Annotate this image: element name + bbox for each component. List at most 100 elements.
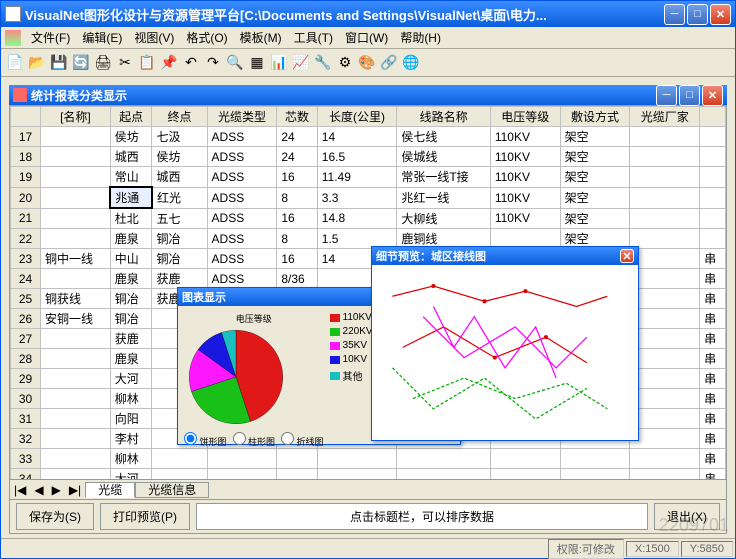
menu-item[interactable]: 格式(O) — [180, 29, 233, 46]
menu-item[interactable]: 工具(T) — [288, 29, 339, 46]
col-header[interactable]: 光缆类型 — [207, 107, 277, 127]
cell[interactable]: 大河 — [110, 369, 152, 389]
row-number[interactable]: 20 — [11, 187, 41, 208]
cell[interactable]: 串 — [700, 249, 726, 269]
preview-dialog[interactable]: 细节预览：城区接线图 ✕ — [371, 246, 639, 441]
cell[interactable] — [700, 229, 726, 249]
cell[interactable] — [41, 329, 111, 349]
table-row[interactable]: 19常山城西ADSS1611.49常张一线T接110KV架空 — [11, 167, 726, 188]
cell[interactable]: 110KV — [490, 208, 560, 229]
cell[interactable] — [41, 208, 111, 229]
cell[interactable]: 24 — [277, 147, 317, 167]
cell[interactable] — [41, 409, 111, 429]
cell[interactable] — [630, 187, 700, 208]
report-titlebar[interactable]: 统计报表分类显示 ─ □ ✕ — [9, 85, 727, 105]
row-number[interactable]: 22 — [11, 229, 41, 249]
cell[interactable]: 大河 — [110, 469, 152, 480]
cell[interactable]: 串 — [700, 309, 726, 329]
row-number[interactable]: 33 — [11, 449, 41, 469]
cell[interactable] — [630, 409, 700, 429]
table-row[interactable]: 21杜北五七ADSS1614.8大柳线110KV架空 — [11, 208, 726, 229]
cell[interactable]: 16 — [277, 249, 317, 269]
preview-close-icon[interactable]: ✕ — [620, 249, 634, 263]
cell[interactable] — [560, 469, 630, 480]
row-number[interactable]: 32 — [11, 429, 41, 449]
cell[interactable]: 串 — [700, 349, 726, 369]
table-icon[interactable]: 📊 — [269, 53, 289, 73]
cell[interactable]: ADSS — [207, 269, 277, 289]
tab-nav-btn[interactable]: ◀ — [30, 483, 47, 497]
cell[interactable]: 串 — [700, 449, 726, 469]
col-header[interactable]: 终点 — [152, 107, 207, 127]
row-number[interactable]: 19 — [11, 167, 41, 188]
cell[interactable]: 16 — [277, 208, 317, 229]
print-icon[interactable]: 🖨 — [93, 53, 113, 73]
menu-item[interactable]: 窗口(W) — [339, 29, 394, 46]
minimize-button[interactable]: ─ — [664, 4, 685, 25]
cell[interactable]: 架空 — [560, 208, 630, 229]
cell[interactable] — [560, 449, 630, 469]
net-icon[interactable]: 🌐 — [401, 53, 421, 73]
cell[interactable]: 串 — [700, 469, 726, 480]
cell[interactable]: 柳林 — [110, 389, 152, 409]
col-header[interactable]: 敷设方式 — [560, 107, 630, 127]
report-max-button[interactable]: □ — [679, 85, 700, 106]
row-number[interactable]: 26 — [11, 309, 41, 329]
cell[interactable] — [277, 449, 317, 469]
cell[interactable] — [700, 208, 726, 229]
new-icon[interactable]: 📄 — [5, 53, 25, 73]
cell[interactable] — [630, 249, 700, 269]
row-number[interactable]: 28 — [11, 349, 41, 369]
tool1-icon[interactable]: 🔧 — [313, 53, 333, 73]
redo-icon[interactable]: ↷ — [203, 53, 223, 73]
cell[interactable] — [630, 469, 700, 480]
cell[interactable]: 杜北 — [110, 208, 152, 229]
copy-icon[interactable]: 📋 — [137, 53, 157, 73]
tab-nav-btn[interactable]: ▶ — [48, 483, 65, 497]
table-row[interactable]: 18城西侯坊ADSS2416.5侯城线110KV架空 — [11, 147, 726, 167]
tab[interactable]: 光缆信息 — [135, 482, 209, 498]
cell[interactable] — [41, 187, 111, 208]
cell[interactable] — [207, 469, 277, 480]
cell[interactable] — [317, 449, 397, 469]
cell[interactable]: ADSS — [207, 127, 277, 147]
open-icon[interactable]: 📂 — [27, 53, 47, 73]
cell[interactable] — [630, 289, 700, 309]
cell[interactable] — [41, 229, 111, 249]
chart-type-radio[interactable]: 折线图 — [281, 432, 324, 448]
cell[interactable]: 中山 — [110, 249, 152, 269]
cell[interactable] — [630, 147, 700, 167]
col-header[interactable]: 起点 — [110, 107, 152, 127]
main-titlebar[interactable]: VisualNet图形化设计与资源管理平台[C:\Documents and S… — [1, 1, 735, 27]
cell[interactable]: 铜冶 — [152, 249, 207, 269]
cell[interactable]: 16.5 — [317, 147, 397, 167]
cell[interactable]: 鹿泉 — [110, 349, 152, 369]
cell[interactable]: 11.49 — [317, 167, 397, 188]
cell[interactable]: 串 — [700, 389, 726, 409]
cell[interactable]: 侯七线 — [397, 127, 490, 147]
tab[interactable]: 光缆 — [85, 482, 135, 498]
cell[interactable]: 串 — [700, 369, 726, 389]
cell[interactable]: 获鹿 — [110, 329, 152, 349]
cell[interactable]: 侯坊 — [152, 147, 207, 167]
col-header[interactable]: 电压等级 — [490, 107, 560, 127]
cell[interactable] — [630, 429, 700, 449]
table-row[interactable]: 17侯坊七汲ADSS2414侯七线110KV架空 — [11, 127, 726, 147]
cell[interactable]: 常山 — [110, 167, 152, 188]
color-icon[interactable]: 🎨 — [357, 53, 377, 73]
cell[interactable]: ADSS — [207, 229, 277, 249]
tool2-icon[interactable]: ⚙ — [335, 53, 355, 73]
cell[interactable] — [397, 469, 490, 480]
cell[interactable] — [490, 469, 560, 480]
row-number[interactable]: 29 — [11, 369, 41, 389]
link-icon[interactable]: 🔗 — [379, 53, 399, 73]
cell[interactable]: 铜冶 — [152, 229, 207, 249]
cell[interactable]: ADSS — [207, 249, 277, 269]
table-row[interactable]: 20兆通红光ADSS83.3兆红一线110KV架空 — [11, 187, 726, 208]
cell[interactable]: 安铜一线 — [41, 309, 111, 329]
cell[interactable] — [700, 187, 726, 208]
cell[interactable]: 8 — [277, 229, 317, 249]
cell[interactable] — [152, 469, 207, 480]
cell[interactable] — [41, 269, 111, 289]
menu-item[interactable]: 模板(M) — [234, 29, 288, 46]
